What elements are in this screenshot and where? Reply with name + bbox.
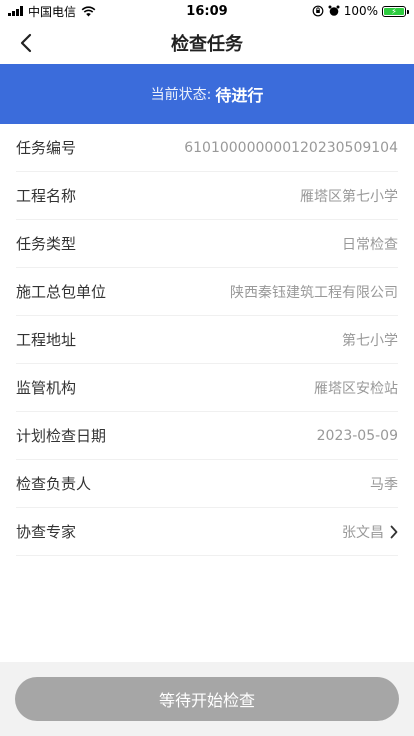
info-label: 施工总包单位 bbox=[16, 283, 107, 301]
info-value: 2023-05-09 bbox=[316, 427, 398, 444]
info-value: 第七小学 bbox=[342, 332, 398, 349]
status-bar: 中国电信 16:09 100% ⚡ bbox=[0, 0, 414, 22]
info-label: 任务编号 bbox=[16, 139, 77, 157]
wifi-icon bbox=[81, 5, 96, 16]
info-value: 雁塔区第七小学 bbox=[300, 188, 398, 205]
info-row-task-number: 任务编号 6101000000001202305​09104 bbox=[16, 124, 398, 172]
expert-name: 张文昌 bbox=[342, 524, 384, 541]
info-row-task-type: 任务类型 日常检查 bbox=[16, 220, 398, 268]
status-label: 当前状态: bbox=[150, 87, 212, 103]
info-row-project-name: 工程名称 雁塔区第七小学 bbox=[16, 172, 398, 220]
carrier-group: 中国电信 bbox=[0, 3, 96, 20]
info-row-inspector: 检查负责人 马季 bbox=[16, 460, 398, 508]
battery-percent: 100% bbox=[343, 4, 378, 18]
system-icons: 100% ⚡ bbox=[312, 4, 414, 18]
info-value: 陕西秦钰建筑工程有限公司 bbox=[230, 284, 398, 301]
info-label: 监管机构 bbox=[16, 379, 77, 397]
chevron-left-icon bbox=[20, 33, 32, 53]
info-label: 计划检查日期 bbox=[16, 427, 107, 445]
info-row-supervisor-org: 监管机构 雁塔区安检站 bbox=[16, 364, 398, 412]
info-label: 协查专家 bbox=[16, 523, 77, 541]
info-label: 工程名称 bbox=[16, 187, 77, 205]
page-title: 检查任务 bbox=[171, 34, 243, 55]
info-row-project-address: 工程地址 第七小学 bbox=[16, 316, 398, 364]
chevron-right-icon bbox=[390, 525, 398, 539]
info-value: 马季 bbox=[370, 476, 398, 493]
back-button[interactable] bbox=[14, 30, 38, 56]
info-value: 6101000000001202305​09104 bbox=[184, 139, 398, 156]
status-banner: 当前状态: 待进行 bbox=[0, 64, 414, 124]
info-value: 日常检查 bbox=[342, 236, 398, 253]
info-value-expert: 张文昌 bbox=[342, 522, 398, 542]
info-row-assist-expert[interactable]: 协查专家 张文昌 bbox=[16, 508, 398, 556]
info-value: 雁塔区安检站 bbox=[314, 380, 398, 397]
status-value: 待进行 bbox=[215, 86, 264, 105]
info-row-planned-date: 计划检查日期 2023-05-09 bbox=[16, 412, 398, 460]
signal-icon bbox=[8, 6, 23, 16]
info-row-contractor: 施工总包单位 陕西秦钰建筑工程有限公司 bbox=[16, 268, 398, 316]
task-info-list: 任务编号 6101000000001202305​09104 工程名称 雁塔区第… bbox=[0, 124, 414, 556]
nav-bar: 检查任务 bbox=[0, 22, 414, 64]
orientation-lock-icon bbox=[312, 5, 324, 17]
wait-start-inspection-button[interactable]: 等待开始检查 bbox=[15, 677, 399, 721]
info-label: 任务类型 bbox=[16, 235, 77, 253]
info-label: 工程地址 bbox=[16, 331, 77, 349]
alarm-icon bbox=[328, 5, 340, 16]
footer-bar: 等待开始检查 bbox=[0, 662, 414, 736]
info-label: 检查负责人 bbox=[16, 475, 92, 493]
carrier-name: 中国电信 bbox=[28, 4, 77, 19]
battery-icon: ⚡ bbox=[382, 5, 409, 17]
